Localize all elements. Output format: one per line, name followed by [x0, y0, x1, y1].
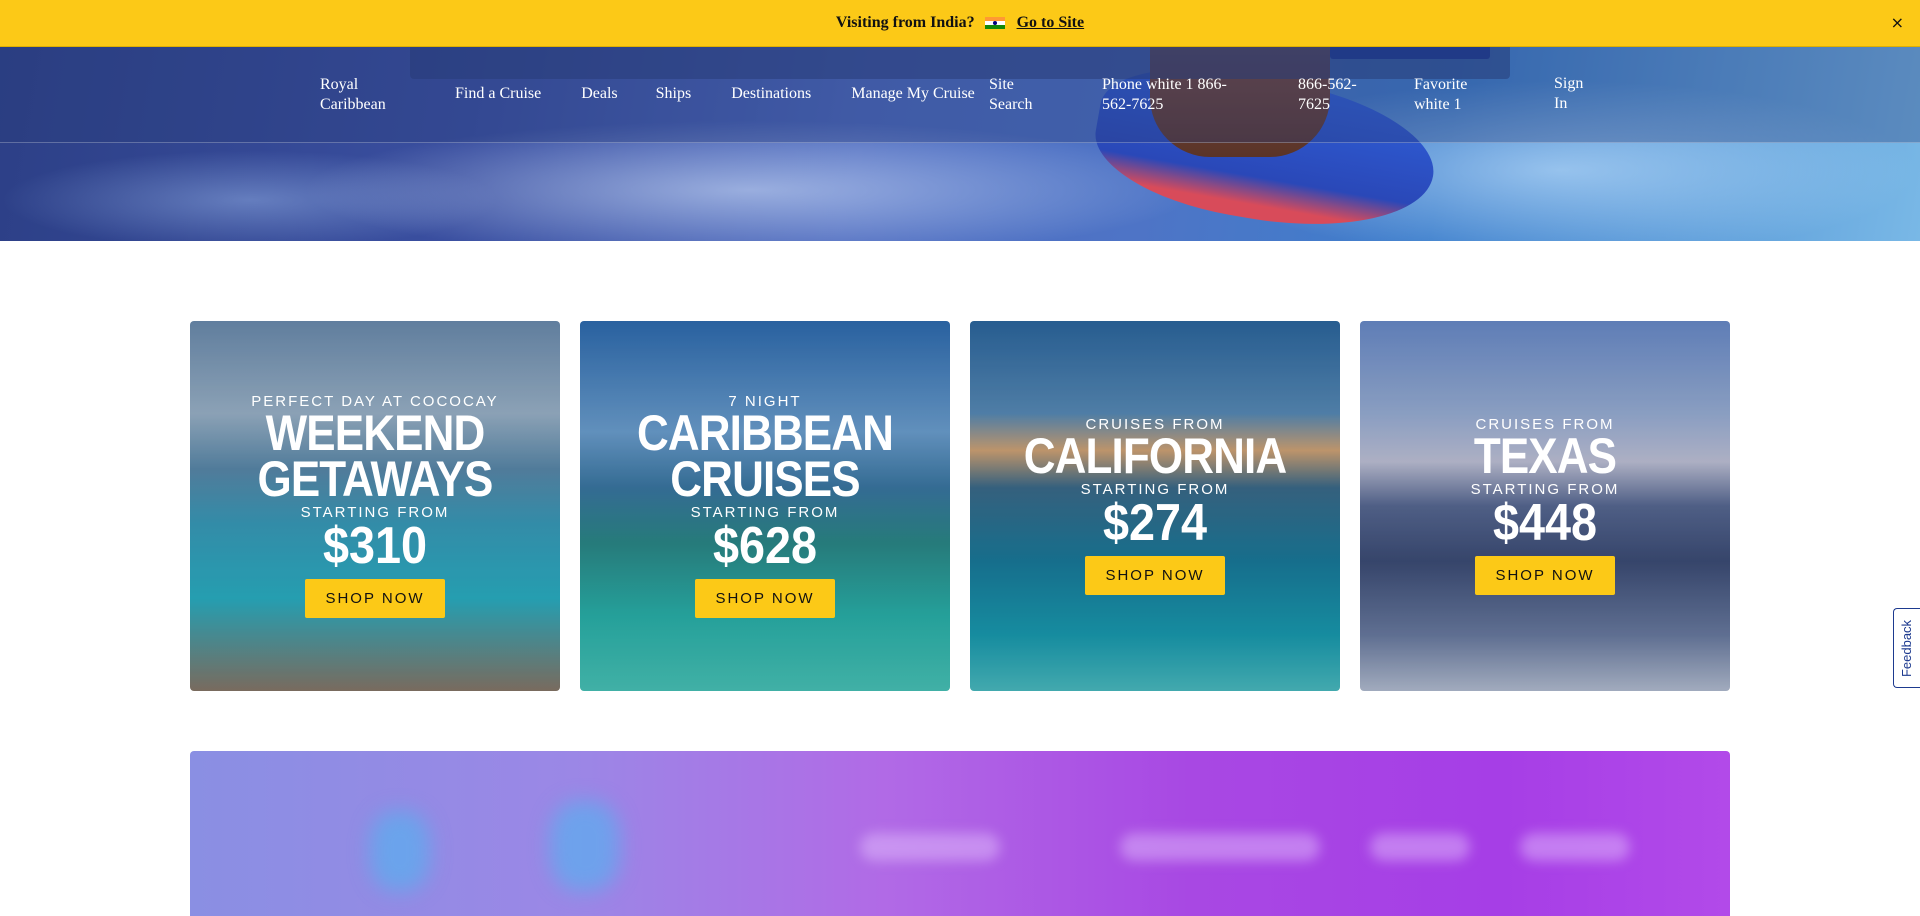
- deal-card-weekend-getaways[interactable]: PERFECT DAY AT COCOCAY WEEKEND GETAWAYS …: [190, 321, 560, 691]
- deal-card-california[interactable]: CRUISES FROM CALIFORNIA STARTING FROM $2…: [970, 321, 1340, 691]
- card-price: $628: [712, 517, 818, 575]
- card-title: GETAWAYS: [257, 451, 493, 507]
- geo-banner: Visiting from India? Go to Site ×: [0, 0, 1920, 47]
- sign-in-link[interactable]: Sign In: [1554, 74, 1594, 114]
- main-nav: Find a Cruise Deals Ships Destinations M…: [455, 85, 975, 103]
- deal-card-caribbean-cruises[interactable]: 7 NIGHT CARIBBEAN CRUISES STARTING FROM …: [580, 321, 950, 691]
- promo-text-blur: [1120, 833, 1320, 861]
- card-content: PERFECT DAY AT COCOCAY WEEKEND GETAWAYS …: [190, 393, 560, 618]
- card-content: CRUISES FROM TEXAS STARTING FROM $448 SH…: [1360, 416, 1730, 595]
- favorite-icon[interactable]: Favorite white 1: [1414, 75, 1504, 115]
- phone-number-link[interactable]: 866-562-7625: [1298, 75, 1378, 115]
- nav-manage-my-cruise[interactable]: Manage My Cruise: [851, 85, 975, 103]
- deal-cards: PERFECT DAY AT COCOCAY WEEKEND GETAWAYS …: [190, 321, 1730, 691]
- nav-ships[interactable]: Ships: [656, 85, 692, 103]
- card-content: CRUISES FROM CALIFORNIA STARTING FROM $2…: [970, 416, 1340, 595]
- nav-destinations[interactable]: Destinations: [731, 85, 811, 103]
- go-to-site-link[interactable]: Go to Site: [1017, 14, 1085, 32]
- card-title: CALIFORNIA: [1023, 428, 1287, 484]
- card-title: CRUISES: [670, 451, 860, 507]
- promo-banner[interactable]: [190, 751, 1730, 916]
- shop-now-button[interactable]: SHOP NOW: [1085, 556, 1225, 595]
- shop-now-button[interactable]: SHOP NOW: [305, 579, 445, 618]
- royal-caribbean-logo[interactable]: Royal Caribbean: [320, 75, 400, 115]
- geo-banner-message: Visiting from India?: [835, 14, 975, 31]
- promo-text-blur: [1520, 833, 1630, 861]
- promo-text-blur: [860, 833, 1000, 861]
- search-icon[interactable]: Site Search: [989, 75, 1049, 115]
- shop-now-button[interactable]: SHOP NOW: [695, 579, 835, 618]
- card-price: $310: [322, 517, 428, 575]
- promo-text-blur: [1370, 833, 1470, 861]
- nav-deals[interactable]: Deals: [581, 85, 617, 103]
- close-icon[interactable]: ×: [1891, 13, 1904, 32]
- feedback-label: Feedback: [1899, 619, 1915, 677]
- card-title: CARIBBEAN: [636, 405, 894, 461]
- card-title: TEXAS: [1473, 428, 1617, 484]
- card-content: 7 NIGHT CARIBBEAN CRUISES STARTING FROM …: [580, 393, 950, 618]
- deal-card-texas[interactable]: CRUISES FROM TEXAS STARTING FROM $448 SH…: [1360, 321, 1730, 691]
- feedback-tab[interactable]: Feedback: [1893, 608, 1920, 688]
- nav-find-a-cruise[interactable]: Find a Cruise: [455, 85, 541, 103]
- shop-now-button[interactable]: SHOP NOW: [1475, 556, 1615, 595]
- phone-icon[interactable]: Phone white 1 866-562-7625: [1102, 75, 1232, 115]
- promo-blob: [550, 801, 620, 891]
- promo-blob: [370, 811, 430, 891]
- card-price: $448: [1492, 494, 1598, 552]
- card-title: WEEKEND: [265, 405, 486, 461]
- india-flag-icon: [984, 16, 1005, 30]
- card-price: $274: [1102, 494, 1208, 552]
